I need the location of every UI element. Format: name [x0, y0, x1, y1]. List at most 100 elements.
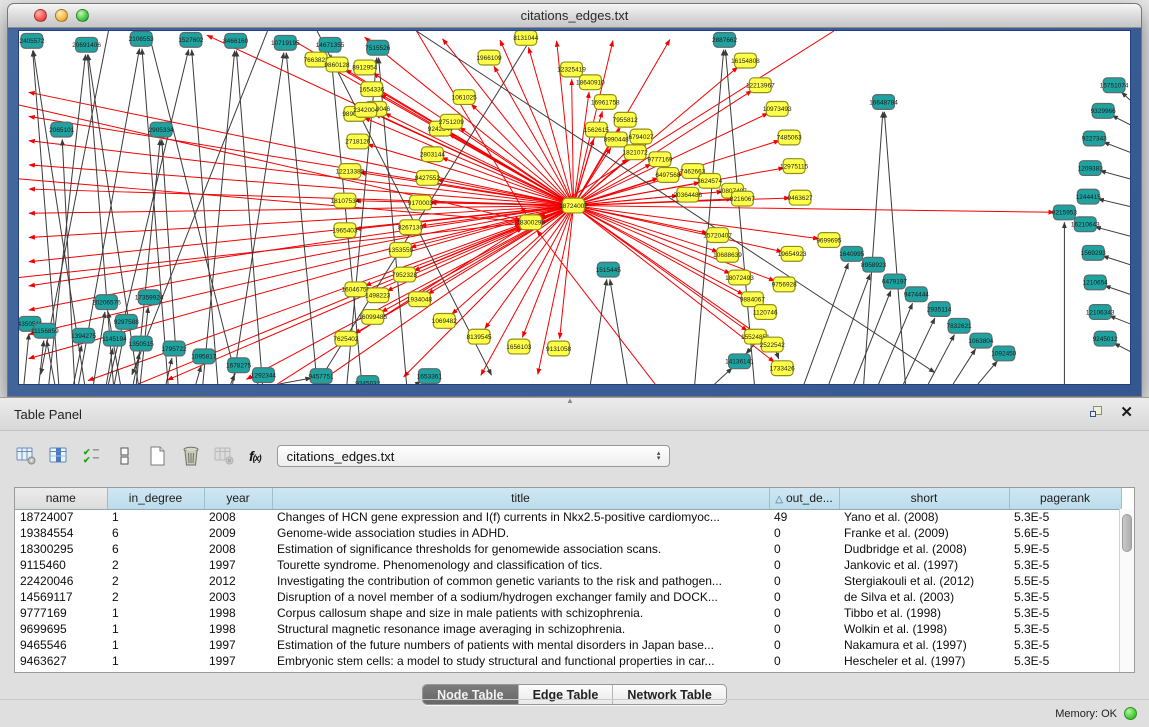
column-header-name[interactable]: name [15, 488, 107, 509]
table-cell[interactable]: 2012 [204, 573, 272, 589]
table-cell[interactable]: Yano et al. (2008) [839, 509, 1009, 525]
table-cell[interactable]: Franke et al. (2009) [839, 525, 1009, 541]
network-node[interactable]: 7955812 [613, 112, 639, 127]
network-node[interactable]: 15720407 [703, 228, 732, 243]
network-node[interactable]: 18107534 [331, 193, 360, 208]
table-cell[interactable]: 5.3E-5 [1009, 557, 1121, 573]
table-cell[interactable]: 0 [769, 621, 839, 637]
network-node[interactable]: 2751209 [439, 114, 465, 129]
table-settings-icon[interactable] [13, 443, 39, 469]
network-node[interactable]: 1063804 [968, 333, 994, 348]
network-node[interactable]: 1678275 [226, 358, 252, 373]
table-cell[interactable]: 2 [107, 573, 204, 589]
table-cell[interactable]: 5.3E-5 [1009, 637, 1121, 653]
network-node[interactable]: 1527602 [178, 32, 204, 47]
network-node[interactable]: 9463627 [788, 190, 814, 205]
table-cell[interactable]: 9699695 [15, 621, 107, 637]
network-node[interactable]: 8267130 [398, 220, 424, 235]
network-node[interactable]: 14136141 [725, 354, 754, 369]
close-button[interactable] [34, 9, 47, 22]
table-cell[interactable]: Tourette syndrome. Phenomenology and cla… [272, 557, 769, 573]
network-node[interactable]: 9474444 [904, 287, 930, 302]
network-node[interactable]: 18724007 [559, 198, 588, 213]
network-node[interactable]: 1498223 [365, 288, 391, 303]
window-titlebar[interactable]: citations_edges.txt [8, 4, 1141, 28]
network-node[interactable]: 20691406 [72, 37, 101, 52]
network-node[interactable]: 9245012 [1093, 331, 1119, 346]
network-node[interactable]: 7515526 [365, 40, 391, 55]
network-node[interactable]: 18640910 [576, 75, 605, 90]
zoom-button[interactable] [76, 9, 89, 22]
network-node[interactable]: 15751074 [1100, 78, 1129, 93]
table-cell[interactable]: 0 [769, 605, 839, 621]
table-cell[interactable]: Nakamura et al. (1997) [839, 637, 1009, 653]
table-cell[interactable]: 1998 [204, 605, 272, 621]
network-node[interactable]: 1515445 [596, 262, 622, 277]
table-cell[interactable]: 19384554 [15, 525, 107, 541]
network-node[interactable]: 12106343 [1086, 305, 1115, 320]
network-node[interactable]: 1069482 [432, 313, 458, 328]
row-height-icon[interactable] [112, 443, 138, 469]
network-node[interactable]: 12213967 [746, 78, 775, 93]
network-node[interactable]: 20364486 [673, 187, 702, 202]
table-cell[interactable]: Disruption of a novel member of a sodium… [272, 589, 769, 605]
table-cell[interactable]: 0 [769, 525, 839, 541]
network-node[interactable]: 20206576 [92, 295, 121, 310]
network-node[interactable]: 9777169 [647, 152, 673, 167]
network-node[interactable]: 8912954 [352, 60, 378, 75]
network-node[interactable]: 19654923 [778, 246, 807, 261]
network-node[interactable]: 9245032 [355, 376, 381, 384]
network-node[interactable]: 14671355 [316, 37, 345, 52]
network-node[interactable]: 1350515 [129, 336, 155, 351]
network-node[interactable]: 1965403 [332, 223, 358, 238]
table-cell[interactable]: 5.3E-5 [1009, 621, 1121, 637]
network-node[interactable]: 16154808 [731, 53, 760, 68]
table-cell[interactable]: 1 [107, 605, 204, 621]
table-cell[interactable]: 0 [769, 637, 839, 653]
network-node[interactable]: 1145194 [102, 331, 127, 346]
network-node[interactable]: 18300295 [516, 215, 545, 230]
column-header-year[interactable]: year [204, 488, 272, 509]
table-cell[interactable]: 5.3E-5 [1009, 509, 1121, 525]
network-node[interactable]: 10719195 [271, 35, 300, 50]
table-row[interactable]: 1872400712008Changes of HCN gene express… [15, 509, 1121, 525]
minimize-button[interactable] [55, 9, 68, 22]
network-node[interactable]: 1209383 [1078, 161, 1104, 176]
table-cell[interactable]: 9463627 [15, 653, 107, 669]
network-node[interactable]: 1092450 [991, 346, 1017, 361]
table-cell[interactable]: 6 [107, 525, 204, 541]
network-node[interactable]: 16961758 [591, 95, 620, 110]
network-node[interactable]: 8139545 [467, 329, 493, 344]
memory-status-indicator[interactable] [1124, 707, 1137, 720]
column-header-in_degree[interactable]: in_degree [107, 488, 204, 509]
network-node[interactable]: 7832621 [947, 318, 973, 333]
table-cell[interactable]: 2003 [204, 589, 272, 605]
network-node[interactable]: 8215953 [1052, 205, 1078, 220]
table-cell[interactable]: 1 [107, 621, 204, 637]
network-node[interactable]: 8958923 [861, 257, 887, 272]
network-node[interactable]: 9329966 [1091, 103, 1117, 118]
network-canvas[interactable]: 2405572206914062106553152760284661601071… [18, 30, 1131, 385]
table-cell[interactable]: 5.5E-5 [1009, 573, 1121, 589]
network-node[interactable]: 7625402 [333, 331, 359, 346]
table-cell[interactable]: Investigating the contribution of common… [272, 573, 769, 589]
network-node[interactable]: 8216067 [730, 191, 756, 206]
table-cell[interactable]: 0 [769, 653, 839, 669]
table-row[interactable]: 2242004622012Investigating the contribut… [15, 573, 1121, 589]
table-cell[interactable]: 1997 [204, 637, 272, 653]
table-cell[interactable]: 0 [769, 573, 839, 589]
table-cell[interactable]: 18300295 [15, 541, 107, 557]
network-node[interactable]: 1966109 [476, 50, 502, 65]
table-cell[interactable]: 14569117 [15, 589, 107, 605]
network-node[interactable]: 2887662 [712, 32, 738, 47]
network-node[interactable]: 6794027 [629, 129, 655, 144]
table-cell[interactable]: 2008 [204, 541, 272, 557]
network-node[interactable]: 2522542 [760, 337, 786, 352]
table-cell[interactable]: Wolkin et al. (1998) [839, 621, 1009, 637]
network-node[interactable]: 16099485 [358, 310, 387, 325]
table-cell[interactable]: 1997 [204, 557, 272, 573]
network-node[interactable]: 3624574 [697, 173, 723, 188]
table-row[interactable]: 911546021997Tourette syndrome. Phenomeno… [15, 557, 1121, 573]
network-node[interactable]: 1394275 [71, 328, 97, 343]
column-header-short[interactable]: short [839, 488, 1009, 509]
